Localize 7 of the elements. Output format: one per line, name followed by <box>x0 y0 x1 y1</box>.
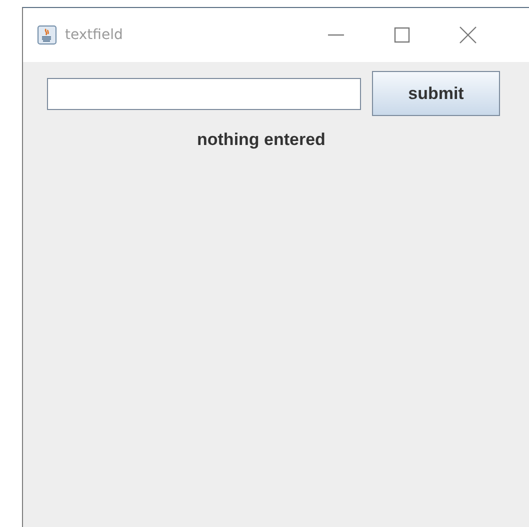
maximize-icon[interactable] <box>393 26 411 44</box>
input-field[interactable] <box>47 78 361 110</box>
status-label: nothing entered <box>197 130 326 150</box>
close-icon[interactable] <box>459 26 477 44</box>
window-title: textfield <box>65 27 123 43</box>
submit-button[interactable]: submit <box>372 71 500 116</box>
coffee-cup-icon <box>37 25 57 45</box>
